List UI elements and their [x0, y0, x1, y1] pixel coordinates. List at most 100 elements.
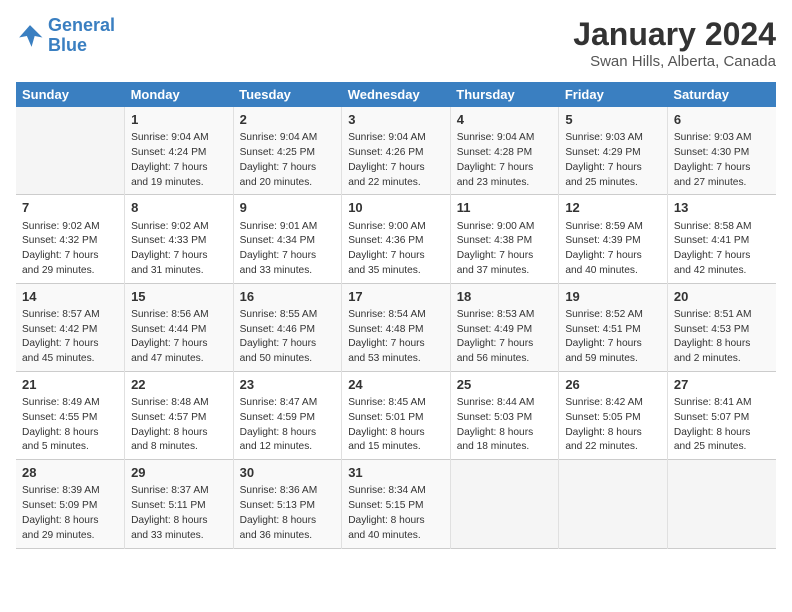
day-info: Sunrise: 8:54 AMSunset: 4:48 PMDaylight:… — [348, 308, 444, 367]
day-number: 29 — [131, 464, 227, 482]
day-info: Sunrise: 9:02 AMSunset: 4:33 PMDaylight:… — [131, 220, 227, 279]
calendar-cell: 3 Sunrise: 9:04 AMSunset: 4:26 PMDaylight… — [342, 107, 451, 195]
weekday-header: Sunday — [16, 82, 125, 107]
calendar-cell: 30 Sunrise: 8:36 AMSunset: 5:13 PMDayligh… — [233, 460, 342, 548]
day-info: Sunrise: 9:00 AMSunset: 4:36 PMDaylight:… — [348, 220, 444, 279]
day-number: 13 — [674, 199, 770, 217]
day-info: Sunrise: 8:42 AMSunset: 5:05 PMDaylight:… — [565, 396, 661, 455]
day-number: 22 — [131, 376, 227, 394]
calendar-cell: 11 Sunrise: 9:00 AMSunset: 4:38 PMDayligh… — [450, 195, 559, 283]
calendar-cell: 22 Sunrise: 8:48 AMSunset: 4:57 PMDayligh… — [125, 371, 234, 459]
logo-line1: General — [48, 16, 115, 36]
calendar-cell: 4Sunrise: 9:04 AMSunset: 4:28 PMDaylight… — [450, 107, 559, 195]
day-number: 8 — [131, 199, 227, 217]
month-title: January 2024 — [573, 16, 776, 53]
day-number: 24 — [348, 376, 444, 394]
day-number: 11 — [457, 199, 553, 217]
day-info: Sunrise: 9:04 AMSunset: 4:25 PMDaylight:… — [240, 131, 336, 190]
day-info: Sunrise: 9:03 AMSunset: 4:29 PMDaylight:… — [565, 131, 661, 190]
calendar-cell: 2Sunrise: 9:04 AMSunset: 4:25 PMDaylight… — [233, 107, 342, 195]
title-block: January 2024 Swan Hills, Alberta, Canada — [573, 16, 776, 70]
calendar-cell: 8 Sunrise: 9:02 AMSunset: 4:33 PMDaylight… — [125, 195, 234, 283]
day-number: 23 — [240, 376, 336, 394]
weekday-header: Tuesday — [233, 82, 342, 107]
calendar-cell: 12 Sunrise: 8:59 AMSunset: 4:39 PMDayligh… — [559, 195, 668, 283]
day-info: Sunrise: 8:55 AMSunset: 4:46 PMDaylight:… — [240, 308, 336, 367]
calendar-cell: 6 Sunrise: 9:03 AMSunset: 4:30 PMDaylight… — [667, 107, 776, 195]
calendar-cell: 15 Sunrise: 8:56 AMSunset: 4:44 PMDayligh… — [125, 283, 234, 371]
day-number: 10 — [348, 199, 444, 217]
day-number: 4 — [457, 111, 553, 129]
day-number: 18 — [457, 288, 553, 306]
day-info: Sunrise: 8:34 AMSunset: 5:15 PMDaylight:… — [348, 484, 444, 543]
day-info: Sunrise: 9:02 AMSunset: 4:32 PMDaylight:… — [22, 220, 118, 279]
calendar-cell: 5Sunrise: 9:03 AMSunset: 4:29 PMDaylight… — [559, 107, 668, 195]
calendar-week-row: 7Sunrise: 9:02 AMSunset: 4:32 PMDaylight… — [16, 195, 776, 283]
weekday-header: Saturday — [667, 82, 776, 107]
day-info: Sunrise: 9:03 AMSunset: 4:30 PMDaylight:… — [674, 131, 770, 190]
day-info: Sunrise: 8:59 AMSunset: 4:39 PMDaylight:… — [565, 220, 661, 279]
day-info: Sunrise: 8:57 AMSunset: 4:42 PMDaylight:… — [22, 308, 118, 367]
calendar-cell: 17 Sunrise: 8:54 AMSunset: 4:48 PMDayligh… — [342, 283, 451, 371]
calendar-cell: 29Sunrise: 8:37 AMSunset: 5:11 PMDayligh… — [125, 460, 234, 548]
weekday-header: Wednesday — [342, 82, 451, 107]
calendar-cell: 25 Sunrise: 8:44 AMSunset: 5:03 PMDayligh… — [450, 371, 559, 459]
day-info: Sunrise: 8:56 AMSunset: 4:44 PMDaylight:… — [131, 308, 227, 367]
day-number: 31 — [348, 464, 444, 482]
calendar-cell: 31 Sunrise: 8:34 AMSunset: 5:15 PMDayligh… — [342, 460, 451, 548]
calendar-cell: 1Sunrise: 9:04 AMSunset: 4:24 PMDaylight… — [125, 107, 234, 195]
day-info: Sunrise: 8:48 AMSunset: 4:57 PMDaylight:… — [131, 396, 227, 455]
weekday-header: Friday — [559, 82, 668, 107]
calendar-week-row: 21Sunrise: 8:49 AMSunset: 4:55 PMDayligh… — [16, 371, 776, 459]
day-number: 26 — [565, 376, 661, 394]
day-number: 16 — [240, 288, 336, 306]
weekday-header: Thursday — [450, 82, 559, 107]
calendar-cell: 9 Sunrise: 9:01 AMSunset: 4:34 PMDaylight… — [233, 195, 342, 283]
calendar-week-row: 1Sunrise: 9:04 AMSunset: 4:24 PMDaylight… — [16, 107, 776, 195]
day-number: 6 — [674, 111, 770, 129]
day-number: 12 — [565, 199, 661, 217]
day-info: Sunrise: 8:41 AMSunset: 5:07 PMDaylight:… — [674, 396, 770, 455]
calendar-cell: 16 Sunrise: 8:55 AMSunset: 4:46 PMDayligh… — [233, 283, 342, 371]
day-number: 19 — [565, 288, 661, 306]
day-number: 20 — [674, 288, 770, 306]
calendar-cell — [16, 107, 125, 195]
day-number: 15 — [131, 288, 227, 306]
calendar-cell: 18 Sunrise: 8:53 AMSunset: 4:49 PMDayligh… — [450, 283, 559, 371]
day-info: Sunrise: 9:04 AMSunset: 4:26 PMDaylight:… — [348, 131, 444, 190]
calendar-header-row: SundayMondayTuesdayWednesdayThursdayFrid… — [16, 82, 776, 107]
calendar-week-row: 28 Sunrise: 8:39 AMSunset: 5:09 PMDayligh… — [16, 460, 776, 548]
weekday-header: Monday — [125, 82, 234, 107]
calendar-week-row: 14Sunrise: 8:57 AMSunset: 4:42 PMDayligh… — [16, 283, 776, 371]
day-number: 28 — [22, 464, 118, 482]
day-info: Sunrise: 8:47 AMSunset: 4:59 PMDaylight:… — [240, 396, 336, 455]
logo-line2: Blue — [48, 36, 115, 56]
day-number: 30 — [240, 464, 336, 482]
calendar-cell: 21Sunrise: 8:49 AMSunset: 4:55 PMDayligh… — [16, 371, 125, 459]
calendar-cell: 24 Sunrise: 8:45 AMSunset: 5:01 PMDayligh… — [342, 371, 451, 459]
day-info: Sunrise: 9:01 AMSunset: 4:34 PMDaylight:… — [240, 220, 336, 279]
day-info: Sunrise: 8:36 AMSunset: 5:13 PMDaylight:… — [240, 484, 336, 543]
calendar-cell: 19 Sunrise: 8:52 AMSunset: 4:51 PMDayligh… — [559, 283, 668, 371]
day-info: Sunrise: 8:58 AMSunset: 4:41 PMDaylight:… — [674, 220, 770, 279]
calendar-cell: 20Sunrise: 8:51 AMSunset: 4:53 PMDayligh… — [667, 283, 776, 371]
calendar-cell: 27Sunrise: 8:41 AMSunset: 5:07 PMDayligh… — [667, 371, 776, 459]
calendar-table: SundayMondayTuesdayWednesdayThursdayFrid… — [16, 82, 776, 549]
day-info: Sunrise: 8:53 AMSunset: 4:49 PMDaylight:… — [457, 308, 553, 367]
day-number: 21 — [22, 376, 118, 394]
logo-icon — [16, 22, 44, 50]
day-number: 17 — [348, 288, 444, 306]
day-number: 9 — [240, 199, 336, 217]
day-info: Sunrise: 8:44 AMSunset: 5:03 PMDaylight:… — [457, 396, 553, 455]
calendar-cell: 23 Sunrise: 8:47 AMSunset: 4:59 PMDayligh… — [233, 371, 342, 459]
calendar-cell — [450, 460, 559, 548]
day-info: Sunrise: 8:39 AMSunset: 5:09 PMDaylight:… — [22, 484, 118, 543]
day-info: Sunrise: 9:00 AMSunset: 4:38 PMDaylight:… — [457, 220, 553, 279]
day-info: Sunrise: 8:52 AMSunset: 4:51 PMDaylight:… — [565, 308, 661, 367]
day-info: Sunrise: 9:04 AMSunset: 4:24 PMDaylight:… — [131, 131, 227, 190]
day-info: Sunrise: 8:45 AMSunset: 5:01 PMDaylight:… — [348, 396, 444, 455]
day-number: 25 — [457, 376, 553, 394]
calendar-cell: 7Sunrise: 9:02 AMSunset: 4:32 PMDaylight… — [16, 195, 125, 283]
day-number: 3 — [348, 111, 444, 129]
header: General Blue January 2024 Swan Hills, Al… — [16, 16, 776, 70]
